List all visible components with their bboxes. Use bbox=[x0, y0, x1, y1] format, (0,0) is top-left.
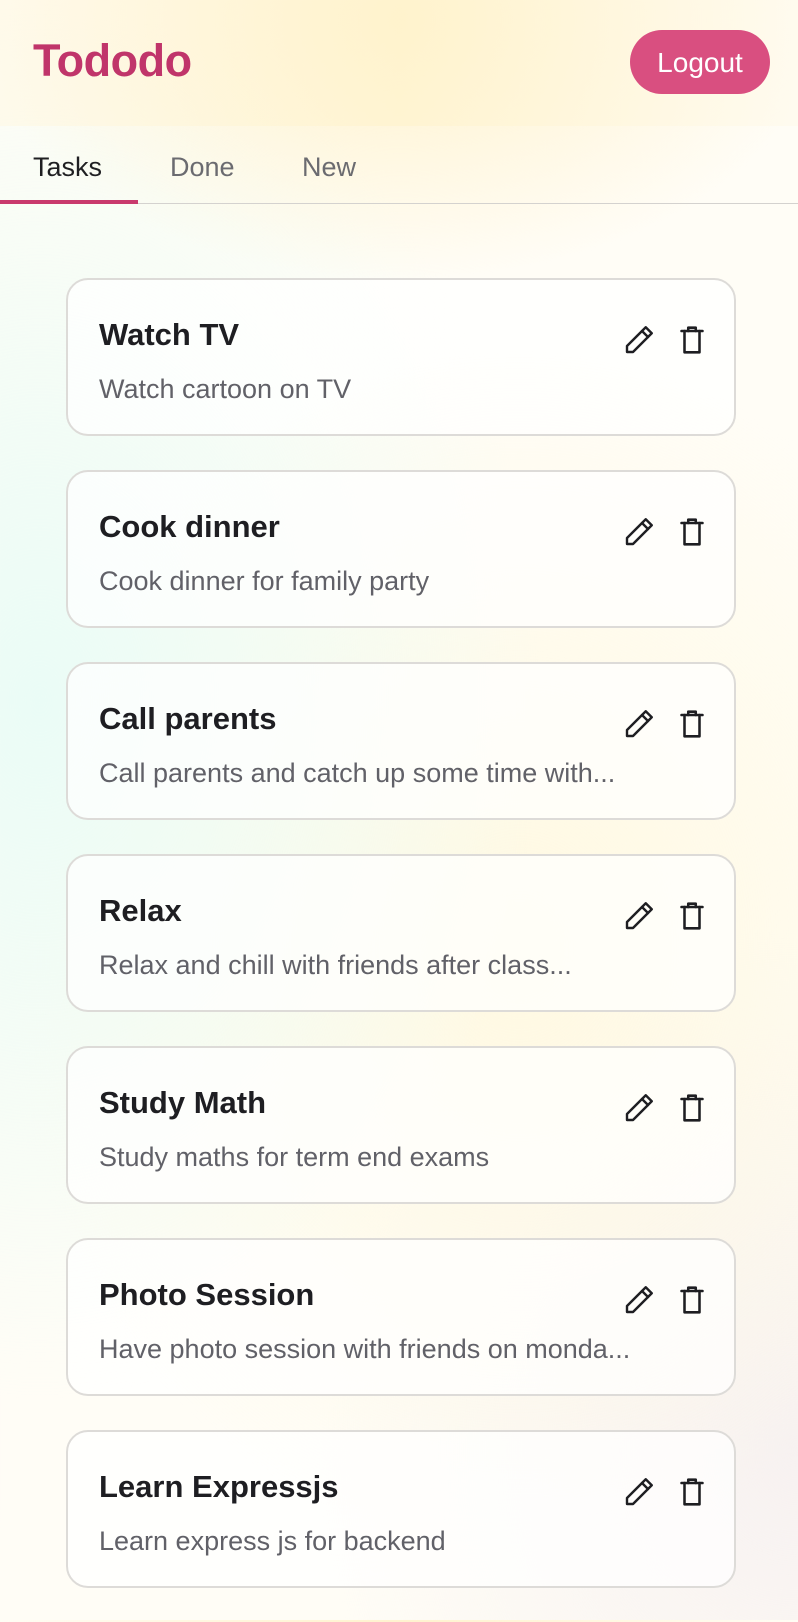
tab-new[interactable]: New bbox=[302, 126, 356, 204]
task-title: Learn Expressjs bbox=[99, 1469, 339, 1504]
trash-icon[interactable] bbox=[674, 1474, 710, 1510]
task-title: Relax bbox=[99, 893, 182, 928]
task-card[interactable]: Photo Session Have photo session with fr… bbox=[66, 1238, 736, 1396]
task-description: Call parents and catch up some time with… bbox=[99, 758, 616, 788]
task-title: Watch TV bbox=[99, 317, 240, 352]
task-card[interactable]: Learn Expressjs Learn express js for bac… bbox=[66, 1430, 736, 1588]
app-title: Tododo bbox=[33, 35, 192, 86]
task-description: Cook dinner for family party bbox=[99, 566, 430, 596]
app-header: Tododo Logout bbox=[0, 0, 798, 126]
task-description: Relax and chill with friends after class… bbox=[99, 950, 572, 980]
task-title: Photo Session bbox=[99, 1277, 315, 1312]
trash-icon[interactable] bbox=[674, 1282, 710, 1318]
task-description: Study maths for term end exams bbox=[99, 1142, 490, 1172]
pencil-icon[interactable] bbox=[621, 1282, 657, 1318]
pencil-icon[interactable] bbox=[621, 514, 657, 550]
trash-icon[interactable] bbox=[674, 322, 710, 358]
task-card[interactable]: Relax Relax and chill with friends after… bbox=[66, 854, 736, 1012]
pencil-icon[interactable] bbox=[621, 1474, 657, 1510]
pencil-icon[interactable] bbox=[621, 1090, 657, 1126]
tab-tasks[interactable]: Tasks bbox=[33, 126, 102, 204]
task-description: Learn express js for backend bbox=[99, 1526, 446, 1556]
pencil-icon[interactable] bbox=[621, 898, 657, 934]
trash-icon[interactable] bbox=[674, 1090, 710, 1126]
task-title: Call parents bbox=[99, 701, 277, 736]
task-list: Watch TV Watch cartoon on TV Cook dinner… bbox=[66, 278, 736, 1622]
task-card[interactable]: Call parents Call parents and catch up s… bbox=[66, 662, 736, 820]
active-tab-indicator bbox=[0, 200, 138, 204]
task-title: Study Math bbox=[99, 1085, 267, 1120]
tab-done[interactable]: Done bbox=[170, 126, 235, 204]
logout-button[interactable]: Logout bbox=[630, 30, 770, 94]
task-title: Cook dinner bbox=[99, 509, 280, 544]
tab-bar: Tasks Done New bbox=[0, 126, 798, 204]
task-card[interactable]: Cook dinner Cook dinner for family party bbox=[66, 470, 736, 628]
task-description: Have photo session with friends on monda… bbox=[99, 1334, 631, 1364]
pencil-icon[interactable] bbox=[621, 706, 657, 742]
task-card[interactable]: Study Math Study maths for term end exam… bbox=[66, 1046, 736, 1204]
trash-icon[interactable] bbox=[674, 514, 710, 550]
task-card[interactable]: Watch TV Watch cartoon on TV bbox=[66, 278, 736, 436]
pencil-icon[interactable] bbox=[621, 322, 657, 358]
task-description: Watch cartoon on TV bbox=[99, 374, 352, 404]
trash-icon[interactable] bbox=[674, 898, 710, 934]
trash-icon[interactable] bbox=[674, 706, 710, 742]
